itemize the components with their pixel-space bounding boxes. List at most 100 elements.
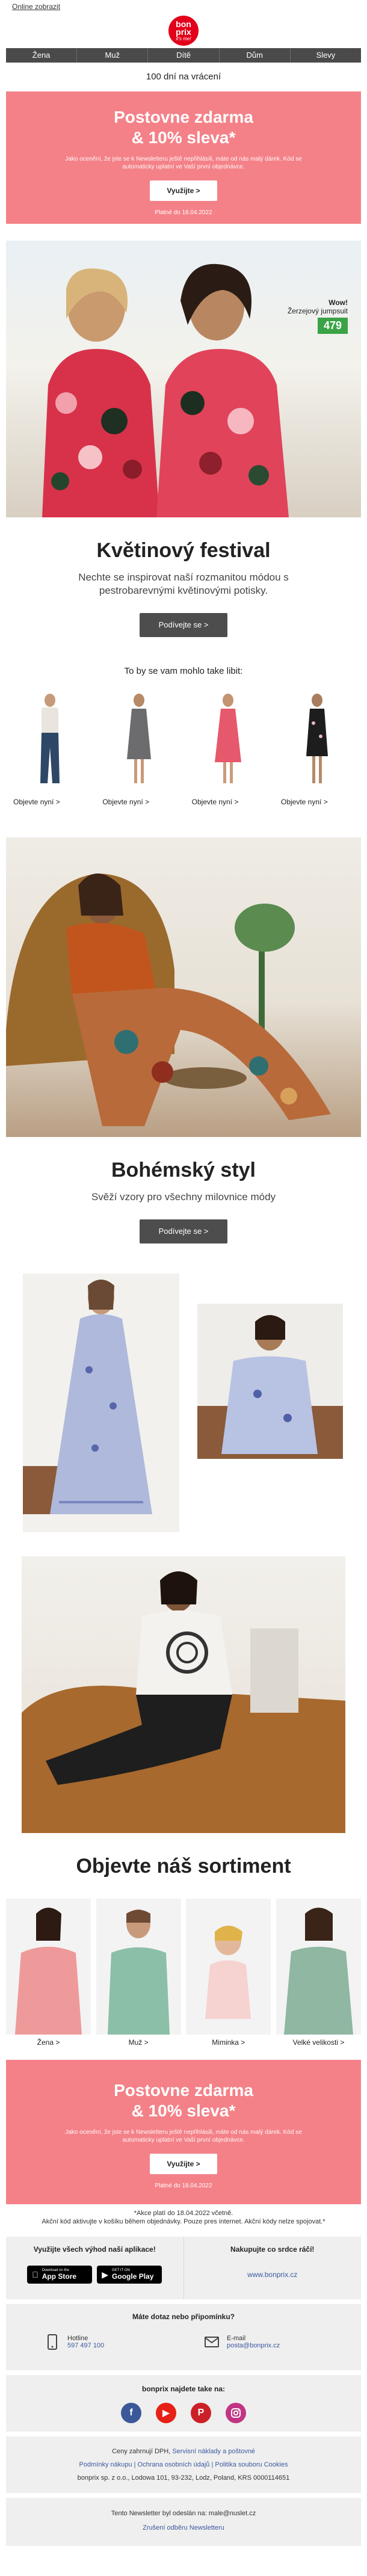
- nav-item-sale[interactable]: Slevy: [291, 48, 361, 63]
- nav-item-men[interactable]: Muž: [77, 48, 149, 63]
- envelope-icon: [204, 2334, 220, 2350]
- social-heading: bonprix najdete take na:: [141, 2385, 226, 2393]
- topbar: Online zobrazit: [0, 0, 367, 13]
- reco-image-gray-dress[interactable]: [95, 693, 182, 789]
- boho-image-sofa[interactable]: [22, 1556, 345, 1833]
- category-image-plus-size[interactable]: [276, 1899, 361, 2035]
- hotline-item[interactable]: Hotline 597 497 100: [24, 2334, 184, 2350]
- category-label-plus-size[interactable]: Velké velikosti >: [276, 2038, 361, 2047]
- shop-heading: Nakupujte co srdce ráčí!: [230, 2245, 315, 2254]
- reco-label[interactable]: Objevte nyní >: [185, 798, 272, 806]
- reco-image-black-dress[interactable]: [274, 693, 361, 789]
- section2-button[interactable]: Podívejte se >: [140, 1219, 227, 1243]
- contact-heading: Máte dotaz nebo připomínku?: [132, 2313, 235, 2321]
- category-card-men[interactable]: Muž >: [96, 1899, 181, 2047]
- company-address: bonprix sp. z o.o., Lodowa 101, 93-232, …: [77, 2474, 290, 2482]
- category-card-women[interactable]: Žena >: [6, 1899, 91, 2047]
- pinterest-icon[interactable]: P: [191, 2403, 211, 2423]
- boho-hero-image[interactable]: [6, 837, 361, 1137]
- category-image-women[interactable]: [6, 1899, 91, 2035]
- reco-label[interactable]: Objevte nyní >: [95, 798, 182, 806]
- instagram-icon[interactable]: [226, 2403, 246, 2423]
- promo-text: Jako ocenění, že jste se k Newsletteru j…: [65, 156, 302, 170]
- social-icons: f ▶ P: [6, 2403, 361, 2423]
- youtube-icon[interactable]: ▶: [156, 2403, 176, 2423]
- social-section: bonprix najdete take na: f ▶ P: [6, 2375, 361, 2432]
- reco-image-jeans[interactable]: [6, 693, 93, 789]
- facebook-icon[interactable]: f: [121, 2403, 141, 2423]
- boho-image-maxi-dress[interactable]: [23, 1274, 179, 1532]
- category-image-babies[interactable]: [186, 1899, 271, 2035]
- app-section: Využijte všech výhod naší aplikace!  Do…: [6, 2237, 361, 2299]
- hero-price-tag[interactable]: Wow! Žerzejový jumpsuit 479: [288, 298, 348, 334]
- returns-notice: 100 dní na vrácení: [146, 72, 221, 82]
- category-card-babies[interactable]: Miminka >: [186, 1899, 271, 2047]
- view-online-link[interactable]: Online zobrazit: [12, 2, 60, 11]
- unsubscribe-link[interactable]: Zrušení odběru Newsletteru: [143, 2524, 224, 2531]
- prices-line: Ceny zahrnují DPH, Servisní náklady a po…: [6, 2445, 361, 2458]
- boho-image-tunic[interactable]: [197, 1304, 343, 1459]
- app-download-column: Využijte všech výhod naší aplikace!  Do…: [6, 2237, 184, 2299]
- hotline-label: Hotline: [67, 2335, 88, 2342]
- category-label-women[interactable]: Žena >: [6, 2038, 91, 2047]
- app-store-button[interactable]:  Download on the App Store: [27, 2266, 93, 2284]
- footer-policy-links[interactable]: Podmínky nákupu | Ochrana osobních údajů…: [79, 2461, 288, 2468]
- reco-image-pink-dress[interactable]: [185, 693, 272, 789]
- hero-model-right: [156, 263, 289, 517]
- email-page: Online zobrazit bon prix it's me! Žena M…: [0, 0, 367, 2546]
- reco-label[interactable]: Objevte nyní >: [6, 798, 93, 806]
- promo-title-line2: & 10% sleva*: [131, 128, 236, 147]
- recommendations-row: Objevte nyní > Objevte nyní > Objevte ny…: [6, 693, 361, 806]
- nav-item-home[interactable]: Dům: [220, 48, 291, 63]
- reco-card[interactable]: Objevte nyní >: [274, 693, 361, 806]
- section1-title: Květinový festival: [96, 539, 271, 562]
- hero-image[interactable]: Wow! Žerzejový jumpsuit 479: [6, 241, 361, 517]
- bonprix-logo[interactable]: bon prix it's me!: [168, 16, 199, 46]
- reco-label[interactable]: Objevte nyní >: [274, 798, 361, 806]
- email-item[interactable]: E-mail posta@bonprix.cz: [184, 2334, 343, 2350]
- hero-product-name: Žerzejový jumpsuit: [287, 307, 348, 315]
- promo2-title-line2: & 10% sleva*: [131, 2101, 236, 2120]
- hotline-number[interactable]: 597 497 100: [67, 2342, 104, 2349]
- promo-banner[interactable]: Postovne zdarma & 10% sleva* Jako oceněn…: [6, 91, 361, 224]
- logo-text-tagline: it's me!: [176, 35, 191, 42]
- legal-note: *Akce platí do 18.04.2022 včetně. Akční …: [0, 2209, 367, 2226]
- category-card-plus-size[interactable]: Velké velikosti >: [276, 1899, 361, 2047]
- promo2-valid-date: Platné do 18.04.2022: [155, 2183, 212, 2189]
- nav-item-women[interactable]: Žena: [6, 48, 78, 63]
- category-row: Žena > Muž > Miminka > Velké velikosti >: [6, 1899, 361, 2047]
- section1-button[interactable]: Podívejte se >: [140, 613, 227, 637]
- email-address[interactable]: posta@bonprix.cz: [227, 2342, 280, 2349]
- category-image-men[interactable]: [96, 1899, 181, 2035]
- category-label-men[interactable]: Muž >: [96, 2038, 181, 2047]
- reco-card[interactable]: Objevte nyní >: [95, 693, 182, 806]
- app-heading: Využijte všech výhod naší aplikace!: [33, 2245, 156, 2254]
- section1-subtitle: Nechte se inspirovat naší rozmanitou mód…: [78, 572, 289, 596]
- contact-row: Hotline 597 497 100 E-mail posta@bonprix…: [24, 2334, 343, 2350]
- section2-title: Bohémský styl: [111, 1159, 256, 1182]
- reco-card[interactable]: Objevte nyní >: [6, 693, 93, 806]
- logo-area: bon prix it's me!: [0, 13, 367, 48]
- promo-valid-date: Platné do 18.04.2022: [155, 209, 212, 216]
- reco-card[interactable]: Objevte nyní >: [185, 693, 272, 806]
- promo2-button[interactable]: Využijte >: [150, 2154, 217, 2174]
- category-label-babies[interactable]: Miminka >: [186, 2038, 271, 2047]
- nav-item-kids[interactable]: Dítě: [148, 48, 220, 63]
- store-buttons:  Download on the App Store ▶ GET IT ON …: [24, 2266, 165, 2284]
- service-costs-link[interactable]: Servisní náklady a poštovné: [172, 2448, 255, 2455]
- contact-section: Máte dotaz nebo připomínku? Hotline 597 …: [6, 2304, 361, 2370]
- phone-icon: [45, 2334, 60, 2350]
- section3-title: Objevte náš sortiment: [76, 1855, 291, 1878]
- hero-price: 479: [317, 318, 348, 334]
- google-play-button[interactable]: ▶ GET IT ON Google Play: [97, 2266, 162, 2284]
- shop-url-link[interactable]: www.bonprix.cz: [202, 2270, 344, 2279]
- apple-icon: : [32, 2270, 39, 2279]
- promo2-title-line1: Postovne zdarma: [114, 2081, 253, 2100]
- main-nav: Žena Muž Dítě Dům Slevy: [6, 48, 361, 63]
- promo-button[interactable]: Využijte >: [150, 180, 217, 201]
- recommendations-heading: To by se vam mohlo take libit:: [124, 666, 243, 676]
- legal-line2: Akční kód aktivujte v košíku během objed…: [42, 2218, 325, 2225]
- promo-banner-bottom[interactable]: Postovne zdarma & 10% sleva* Jako oceněn…: [6, 2060, 361, 2204]
- legal-line1: *Akce platí do 18.04.2022 včetně.: [134, 2210, 233, 2217]
- logo-text-prix: prix: [176, 27, 191, 37]
